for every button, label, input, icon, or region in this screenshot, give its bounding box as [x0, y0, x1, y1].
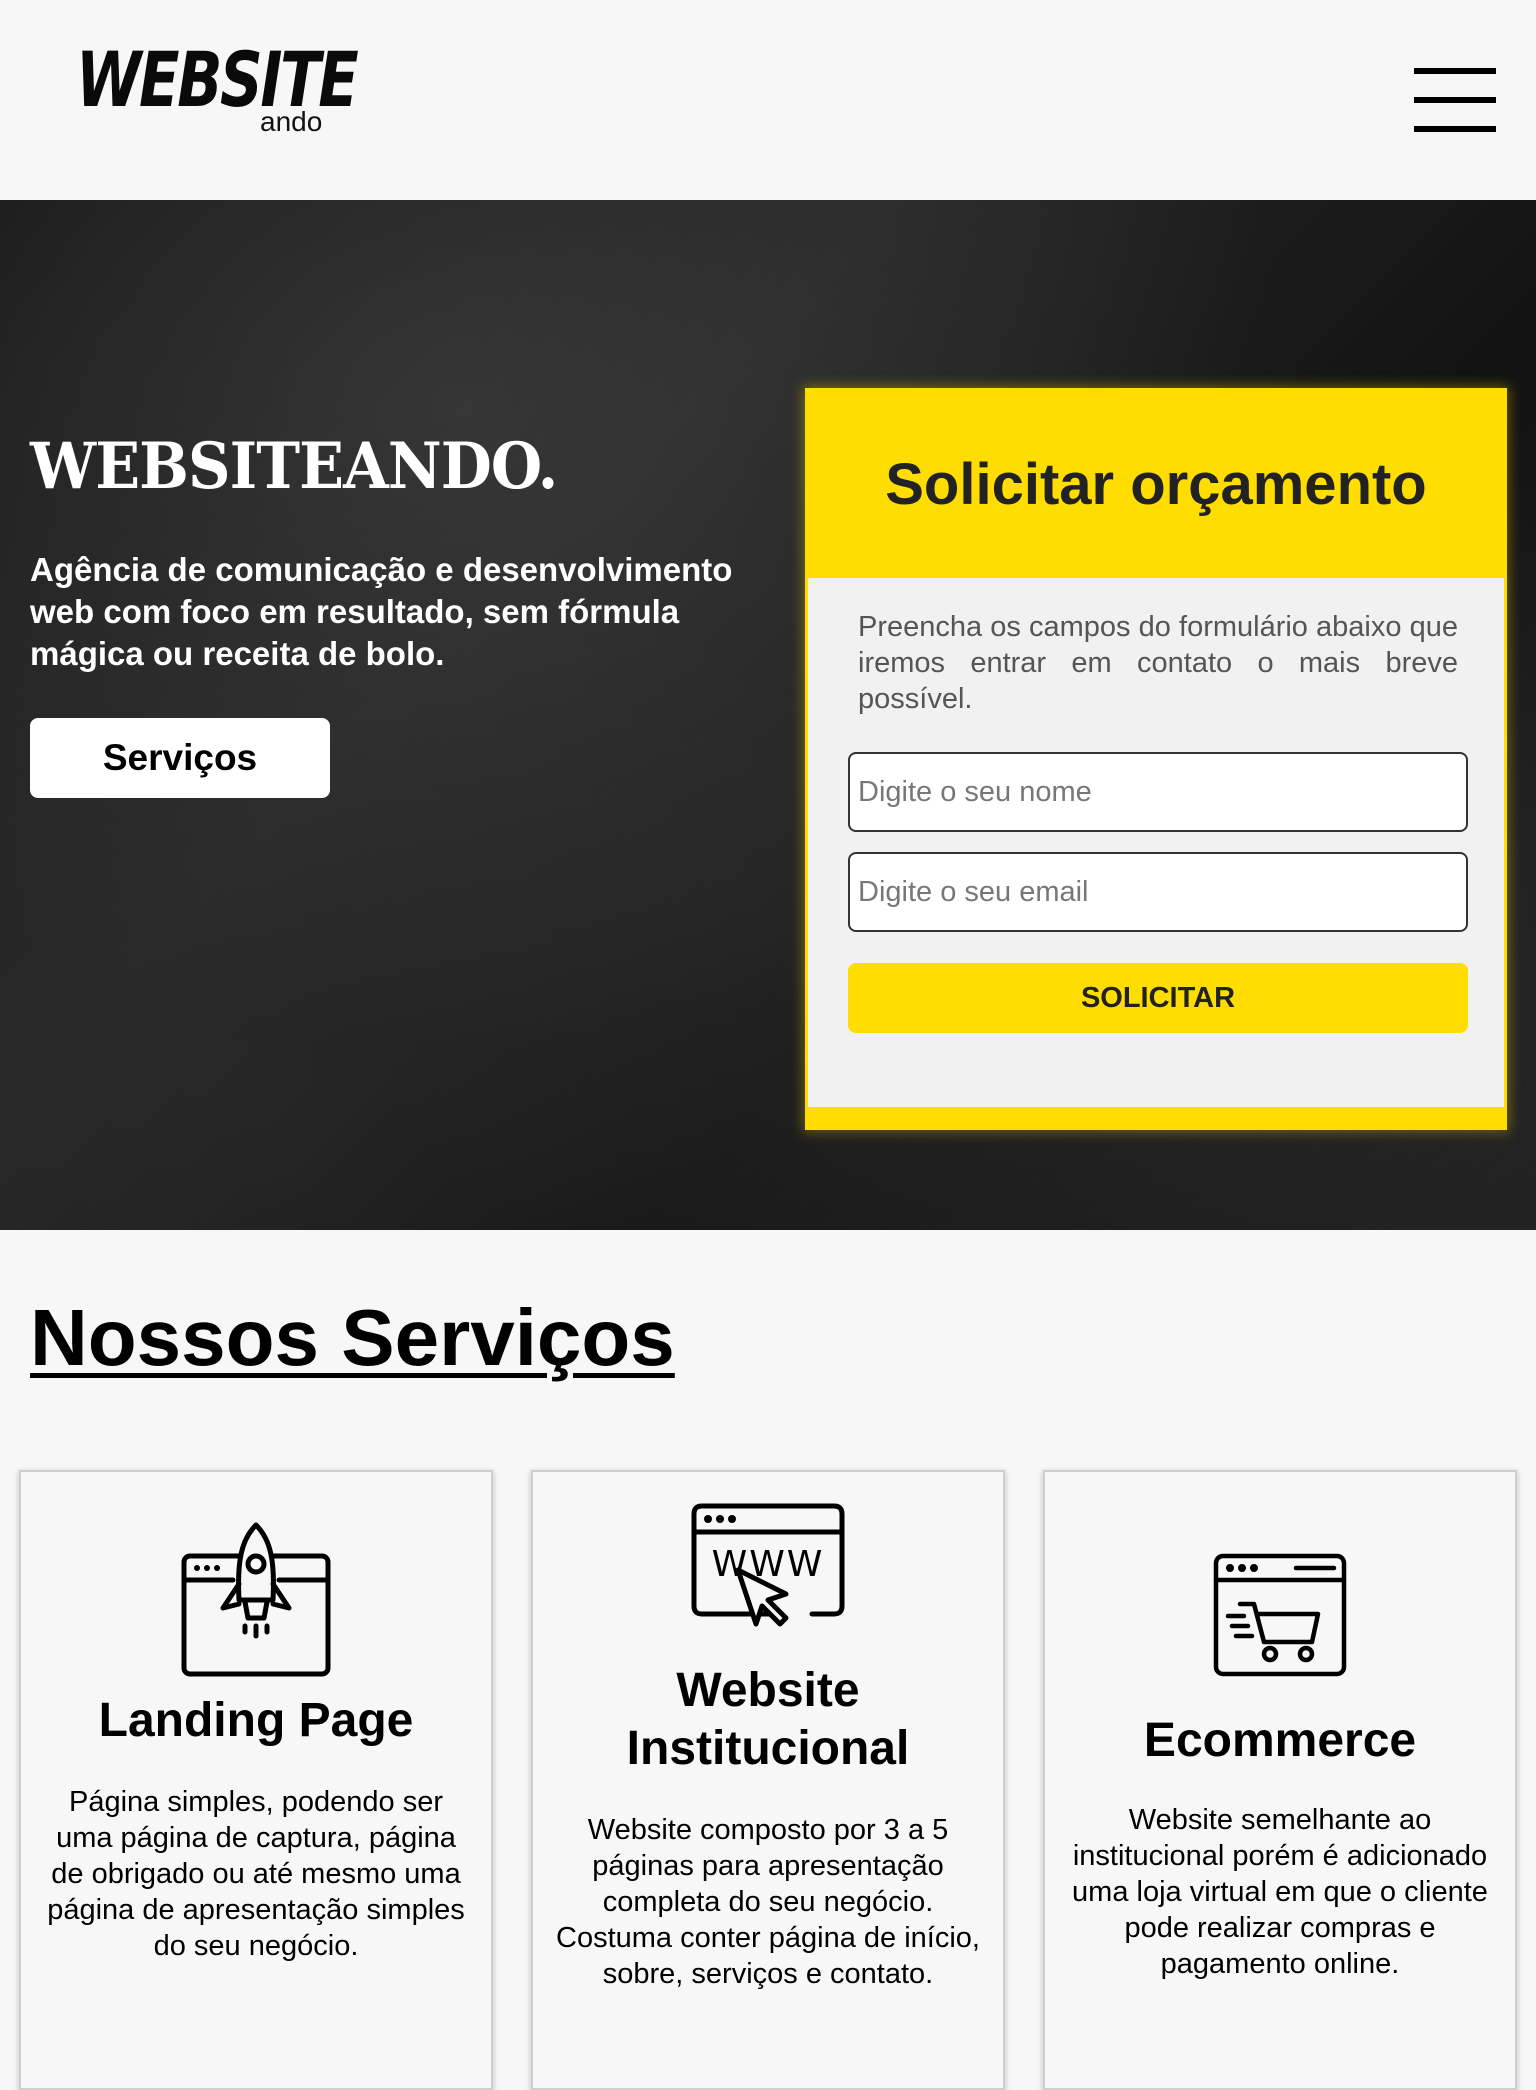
quote-form-intro: Preencha os campos do formulário abaixo … [858, 611, 1458, 715]
menu-bar-middle [1414, 97, 1496, 103]
service-card-ecommerce[interactable]: Ecommerce Website semelhante ao instituc… [1043, 1470, 1517, 2090]
hero-section: WEBSITEANDO. Agência de comunicação e de… [0, 200, 1536, 1230]
service-description: Website semelhante ao institucional poré… [1072, 1804, 1488, 1980]
service-title: Landing Page [98, 1694, 414, 1747]
service-card-website-institucional[interactable]: WWW Website Institucional Website compos… [531, 1470, 1005, 2090]
submit-button[interactable]: SOLICITAR [848, 963, 1468, 1033]
quote-form-card: Solicitar orçamento Preencha os campos d… [805, 388, 1507, 1130]
email-input[interactable] [848, 852, 1468, 932]
menu-bar-top [1414, 68, 1496, 74]
logo-subtext: ando [260, 106, 323, 137]
service-card-landing-page[interactable]: Landing Page Página simples, podendo ser… [19, 1470, 493, 2090]
services-button[interactable]: Serviços [30, 718, 330, 798]
services-title: Nossos Serviços [30, 1293, 675, 1382]
hero-description: Agência de comunicação e desenvolvimento… [30, 551, 733, 672]
service-description: Página simples, podendo ser uma página d… [47, 1786, 465, 1962]
www-browser-icon: WWW [691, 1503, 845, 1627]
quote-form-header: Solicitar orçamento [808, 391, 1504, 578]
menu-bar-bottom [1414, 126, 1496, 132]
quote-form-footer-bar [808, 1107, 1504, 1127]
name-input[interactable] [848, 752, 1468, 832]
hero-title: WEBSITEANDO. [30, 428, 558, 504]
service-title: Ecommerce [1143, 1714, 1417, 1767]
www-icon-text: WWW [712, 1544, 825, 1585]
shopping-cart-browser-icon [1213, 1553, 1347, 1677]
hamburger-menu-icon[interactable] [1414, 68, 1496, 132]
quote-form-title: Solicitar orçamento [885, 452, 1427, 517]
site-logo[interactable]: WEBSITE ando [76, 40, 359, 140]
rocket-browser-icon [181, 1522, 331, 1677]
service-title: Website Institucional [626, 1664, 910, 1775]
service-description: Website composto por 3 a 5 páginas para … [556, 1814, 980, 1990]
site-header: WEBSITE ando [0, 0, 1536, 200]
